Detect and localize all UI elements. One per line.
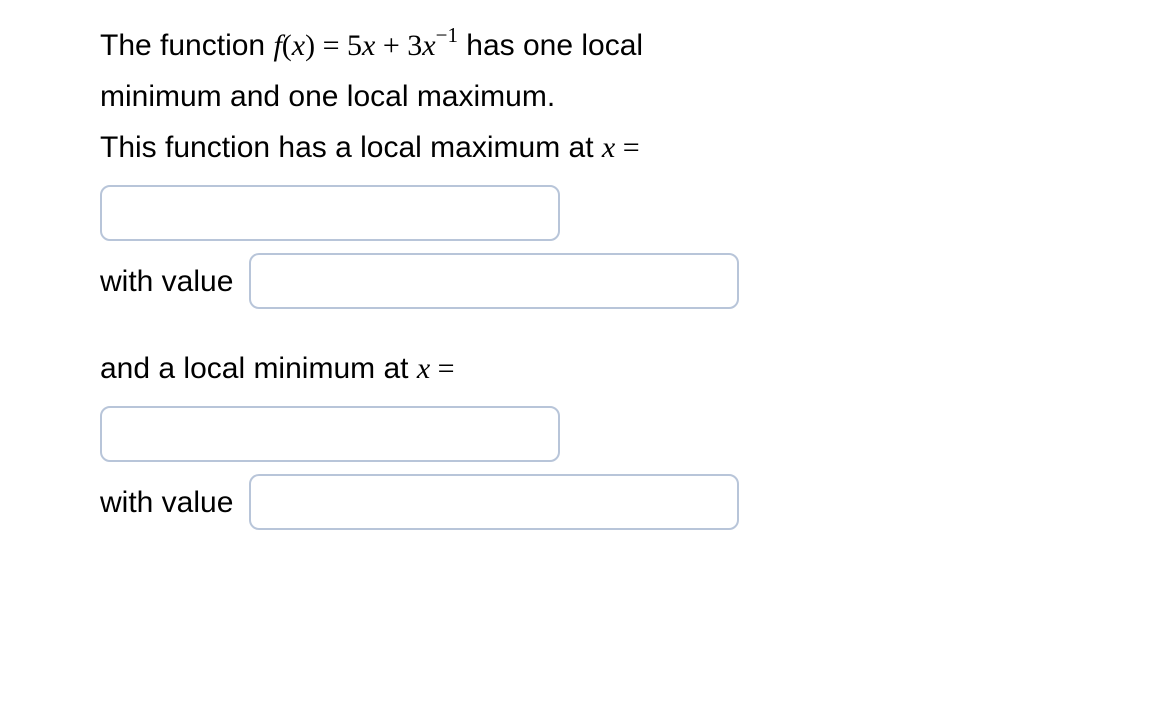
- math-3: 3: [407, 29, 422, 62]
- input-row-max-value: with value: [100, 253, 1070, 309]
- math-x2: x: [422, 29, 435, 62]
- input-row-max-x: [100, 185, 1070, 241]
- input-max-x[interactable]: [100, 185, 560, 241]
- math-f: f: [273, 29, 281, 62]
- math-lparen: (: [282, 29, 292, 62]
- math-x1: x: [362, 29, 375, 62]
- input-min-value[interactable]: [249, 474, 739, 530]
- line-min: and a local minimum at x =: [100, 343, 1070, 394]
- math-exponent: −1: [436, 23, 458, 47]
- problem-content: The function f(x) = 5x + 3x−1 has one lo…: [100, 20, 1070, 530]
- input-max-value[interactable]: [249, 253, 739, 309]
- line-2: minimum and one local maximum.: [100, 71, 1070, 122]
- math-eq-sign2: =: [430, 352, 454, 385]
- math-eq-sign: =: [615, 131, 639, 164]
- math-equals: =: [315, 29, 347, 62]
- math-plus: +: [375, 29, 407, 62]
- input-row-min-x: [100, 406, 1070, 462]
- math-5: 5: [347, 29, 362, 62]
- exp-neg: −: [436, 23, 448, 47]
- line-1: The function f(x) = 5x + 3x−1 has one lo…: [100, 20, 1070, 71]
- text-local-max: This function has a local maximum at: [100, 131, 602, 164]
- exp-1: 1: [447, 23, 458, 47]
- math-x-eq: x: [602, 131, 615, 164]
- line-3: This function has a local maximum at x =: [100, 122, 1070, 173]
- text-with-value-1: with value: [100, 256, 233, 307]
- input-row-min-value: with value: [100, 474, 1070, 530]
- text-with-value-2: with value: [100, 477, 233, 528]
- text-local-min: and a local minimum at: [100, 352, 417, 385]
- math-rparen: ): [305, 29, 315, 62]
- text-the-function: The function: [100, 29, 273, 62]
- text-has-one-local: has one local: [458, 29, 643, 62]
- input-min-x[interactable]: [100, 406, 560, 462]
- math-x-eq2: x: [417, 352, 430, 385]
- math-x: x: [292, 29, 305, 62]
